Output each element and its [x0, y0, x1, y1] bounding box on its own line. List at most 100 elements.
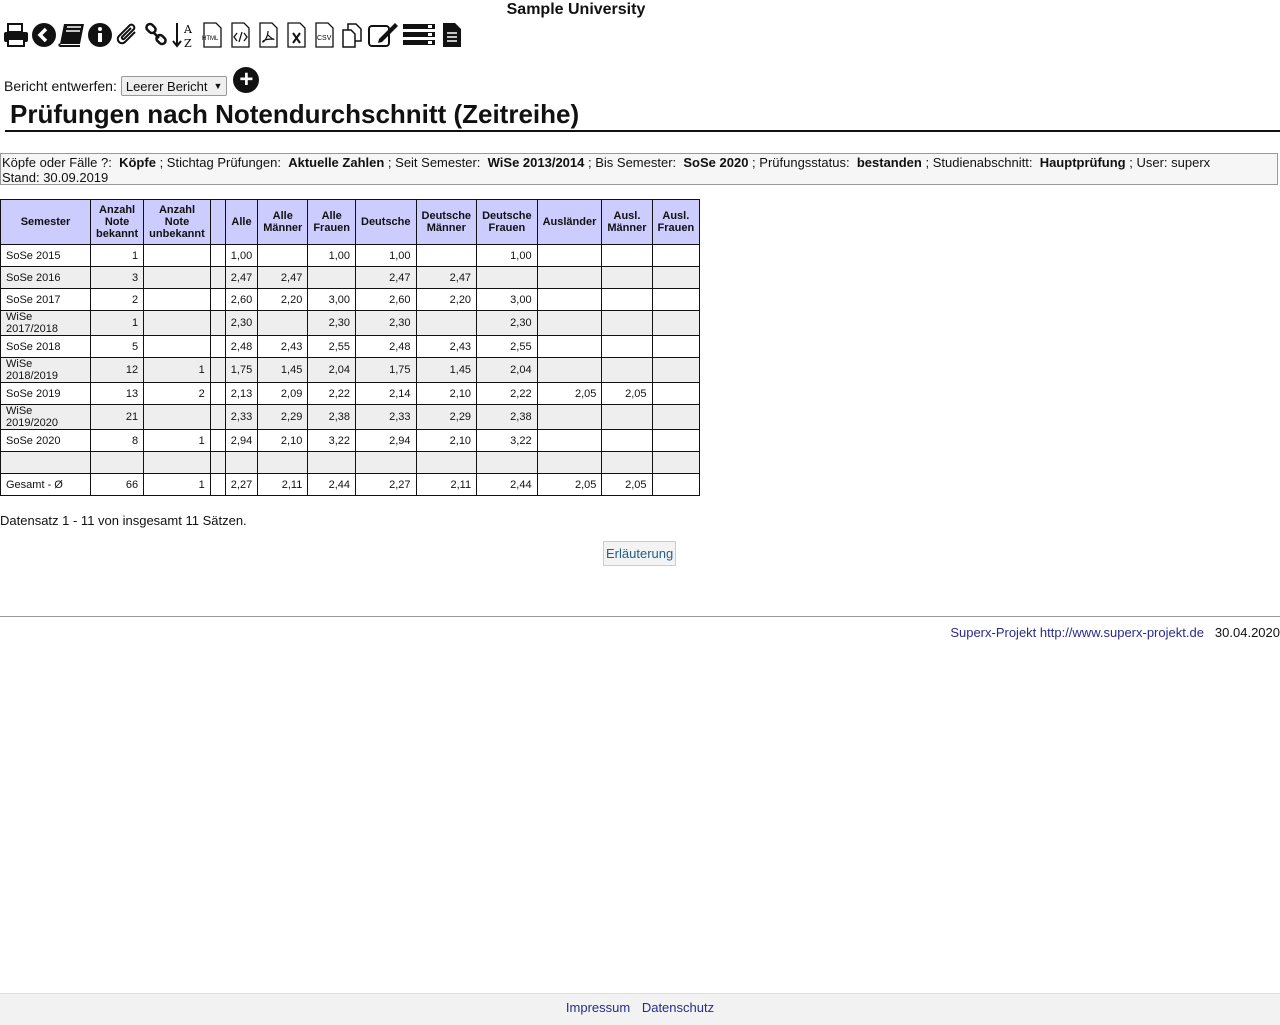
- table-cell: 2,94: [224, 429, 259, 452]
- excel-export-icon[interactable]: [282, 20, 310, 50]
- column-header[interactable]: Alle Frauen: [307, 199, 356, 245]
- table-cell: 1: [143, 357, 211, 383]
- report-designer: Bericht entwerfen: Leerer Bericht ▼ +: [4, 64, 260, 96]
- dropdown-arrow-icon: ▼: [213, 81, 223, 91]
- table-row: SoSe 2020 8 1 2,94 2,10 3,22 2,94 2,10 3,22: [0, 429, 701, 452]
- paperclip-icon[interactable]: [114, 20, 142, 50]
- table-cell: [651, 404, 701, 430]
- table-cell: [209, 473, 226, 496]
- link-icon[interactable]: [142, 20, 170, 50]
- table-cell: [651, 357, 701, 383]
- table-cell: 2,10: [415, 429, 478, 452]
- document-icon[interactable]: [438, 20, 466, 50]
- table-cell: 2,38: [307, 404, 356, 430]
- impressum-link[interactable]: Impressum: [566, 1000, 630, 1015]
- table-cell: [601, 451, 653, 474]
- table-cell: [209, 451, 226, 474]
- svg-text:A: A: [183, 23, 193, 36]
- table-cell: [651, 473, 701, 496]
- table-cell: 1: [89, 244, 145, 267]
- table-cell: 1,45: [415, 357, 478, 383]
- table-cell: [601, 404, 653, 430]
- table-cell: 1: [143, 473, 211, 496]
- csv-export-icon[interactable]: CSV: [310, 20, 338, 50]
- table-cell: 2,29: [257, 404, 309, 430]
- table-cell: 2,11: [415, 473, 478, 496]
- table-cell: 2,44: [307, 473, 356, 496]
- table-cell: 2,30: [476, 310, 538, 336]
- column-header[interactable]: Ausl. Männer: [601, 199, 653, 245]
- table-row: [0, 451, 701, 474]
- table-cell: [209, 288, 226, 311]
- table-cell: 1,00: [355, 244, 417, 267]
- code-export-icon[interactable]: [226, 20, 254, 50]
- table-cell: [415, 244, 478, 267]
- edit-icon[interactable]: [366, 20, 400, 50]
- table-cell: [476, 266, 538, 289]
- table-cell: [209, 266, 226, 289]
- table-cell: [355, 451, 417, 474]
- table-cell: 2,10: [257, 429, 309, 452]
- column-header[interactable]: Ausländer: [536, 199, 603, 245]
- column-header[interactable]: Deutsche Männer: [415, 199, 478, 245]
- books-icon[interactable]: [58, 20, 86, 50]
- column-header[interactable]: Anzahl Note unbekannt: [143, 199, 211, 245]
- table-cell: [89, 451, 145, 474]
- table-cell: 2: [143, 382, 211, 405]
- table-cell: [224, 451, 259, 474]
- table-cell: [143, 335, 211, 358]
- table-cell: [209, 310, 226, 336]
- table-cell: [601, 266, 653, 289]
- table-cell: [209, 404, 226, 430]
- table-cell: 2,55: [307, 335, 356, 358]
- table-cell: 2,11: [257, 473, 309, 496]
- table-cell: 2,60: [355, 288, 417, 311]
- explanation-button[interactable]: Erläuterung: [603, 541, 677, 566]
- table-row: Gesamt - Ø 66 1 2,27 2,11 2,44 2,27 2,11 2,44 2,0…: [0, 473, 701, 496]
- print-icon[interactable]: [2, 20, 30, 50]
- table-cell: 2,33: [224, 404, 259, 430]
- list-icon[interactable]: [400, 20, 438, 50]
- html-export-icon[interactable]: HTML: [198, 20, 226, 50]
- datenschutz-link[interactable]: Datenschutz: [642, 1000, 714, 1015]
- column-header[interactable]: Alle Männer: [257, 199, 309, 245]
- table-cell: [536, 429, 603, 452]
- row-label-cell: WiSe 2019/2020: [0, 404, 91, 430]
- column-header[interactable]: Ausl. Frauen: [651, 199, 701, 245]
- column-header[interactable]: Alle: [224, 199, 259, 245]
- title-divider: [5, 130, 1280, 132]
- column-header[interactable]: Deutsche: [355, 199, 417, 245]
- column-header[interactable]: [209, 199, 226, 245]
- report-template-select[interactable]: Leerer Bericht ▼: [120, 76, 228, 96]
- pdf-export-icon[interactable]: [254, 20, 282, 50]
- table-cell: 2,30: [355, 310, 417, 336]
- add-report-icon[interactable]: +: [233, 67, 260, 93]
- column-header[interactable]: Anzahl Note bekannt: [89, 199, 145, 245]
- table-cell: 2,47: [355, 266, 417, 289]
- table-cell: 2,09: [257, 382, 309, 405]
- column-header[interactable]: Deutsche Frauen: [476, 199, 538, 245]
- table-cell: [536, 335, 603, 358]
- toolbar: AZ HTML CSV: [2, 20, 466, 50]
- sort-az-icon[interactable]: AZ: [170, 20, 198, 50]
- table-cell: [536, 244, 603, 267]
- table-cell: 1,45: [257, 357, 309, 383]
- table-cell: 21: [89, 404, 145, 430]
- table-cell: 1,00: [224, 244, 259, 267]
- back-icon[interactable]: [30, 20, 58, 50]
- table-cell: [651, 288, 701, 311]
- copy-icon[interactable]: [338, 20, 366, 50]
- table-cell: [651, 310, 701, 336]
- table-cell: 2,22: [476, 382, 538, 405]
- table-cell: [601, 429, 653, 452]
- site-title: Sample University: [506, 1, 646, 18]
- table-cell: [209, 244, 226, 267]
- row-label-cell: [0, 451, 91, 474]
- table-cell: [601, 244, 653, 267]
- superx-project-link[interactable]: Superx-Projekt http://www.superx-projekt…: [950, 625, 1204, 640]
- column-header[interactable]: Semester: [0, 199, 91, 245]
- table-cell: 2,47: [415, 266, 478, 289]
- table-cell: [257, 310, 309, 336]
- info-icon[interactable]: [86, 20, 114, 50]
- row-label-cell: SoSe 2016: [0, 266, 91, 289]
